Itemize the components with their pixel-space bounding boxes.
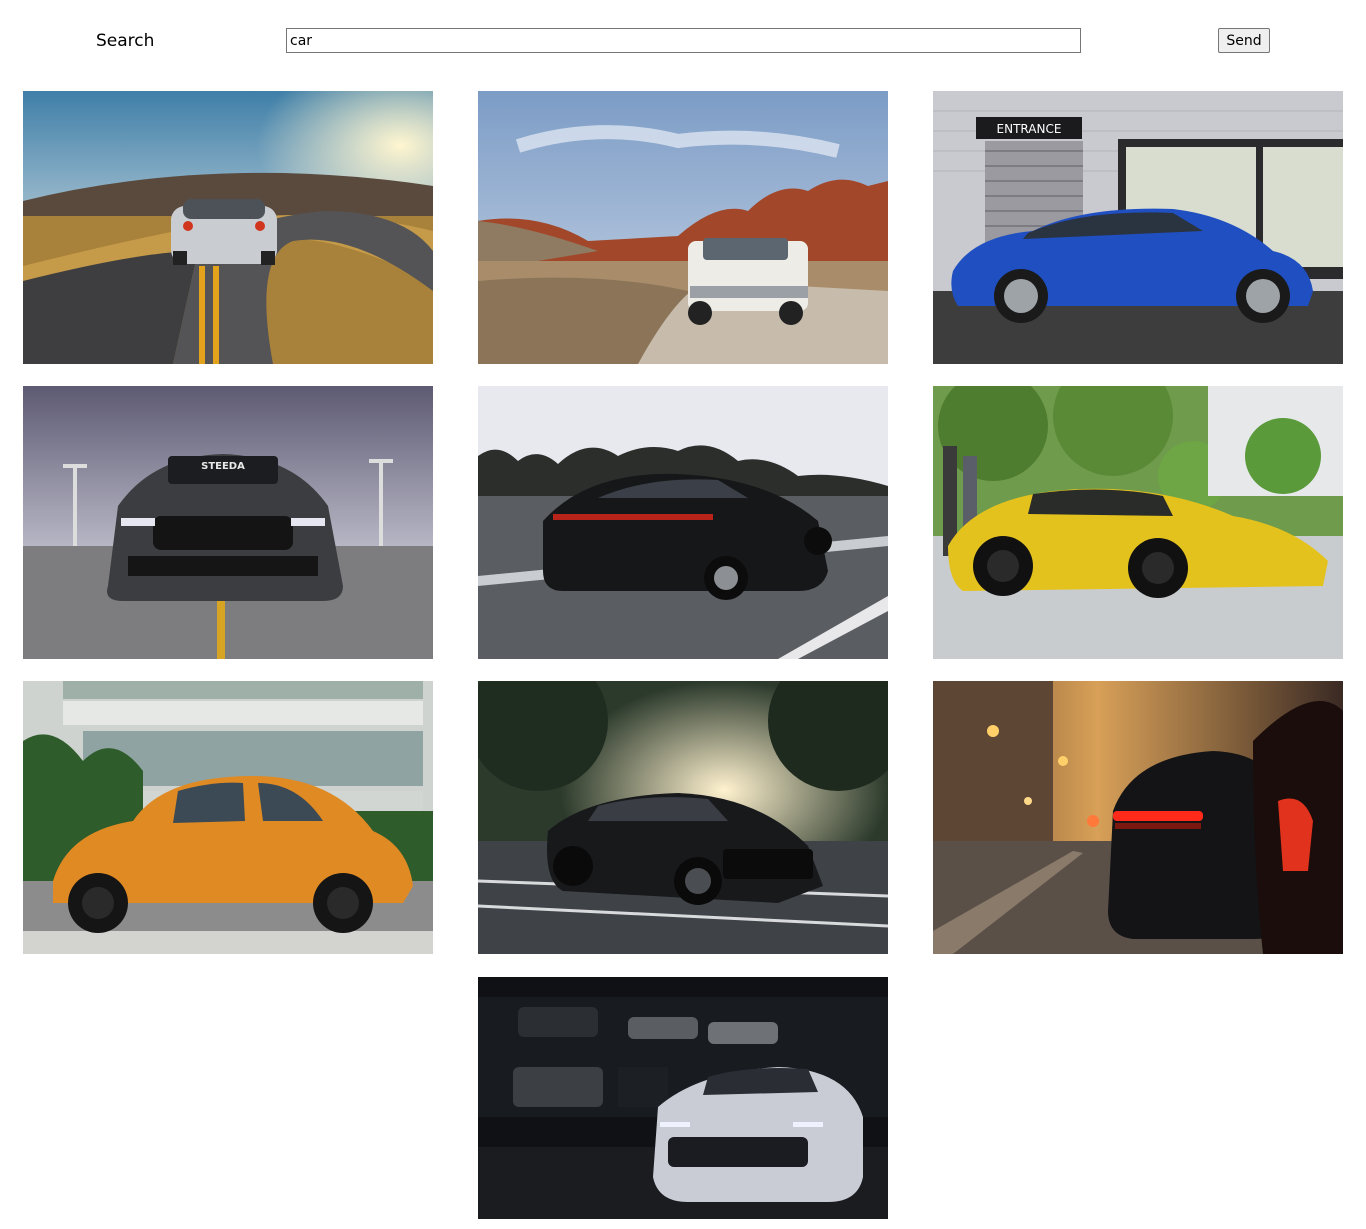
image-tile-car-rear-lights-city[interactable]	[933, 681, 1343, 954]
image-tile-white-car-garage[interactable]	[478, 977, 888, 1219]
car-image	[478, 91, 888, 364]
image-tile-blue-coupe[interactable]: ENTRANCE	[933, 91, 1343, 364]
car-image	[23, 681, 433, 954]
image-tile-grey-muscle-car[interactable]: STEEDA	[23, 386, 433, 659]
entrance-sign: ENTRANCE	[997, 122, 1062, 136]
car-image	[478, 977, 888, 1219]
image-tile-silver-car-road[interactable]	[23, 91, 433, 364]
windshield-banner: STEEDA	[201, 461, 245, 472]
image-tile-white-suv-desert[interactable]	[478, 91, 888, 364]
image-tile-yellow-supercar[interactable]	[933, 386, 1343, 659]
image-tile-orange-beetle[interactable]	[23, 681, 433, 954]
car-image	[478, 681, 888, 954]
search-label: Search	[96, 31, 155, 51]
car-image	[933, 681, 1343, 954]
image-tile-black-muscle-car[interactable]	[478, 681, 888, 954]
car-image	[23, 91, 433, 364]
car-image: ENTRANCE	[933, 91, 1343, 364]
search-input[interactable]	[286, 28, 1081, 53]
image-tile-black-sedan-highway[interactable]	[478, 386, 888, 659]
car-image	[478, 386, 888, 659]
car-image: STEEDA	[23, 386, 433, 659]
car-image	[933, 386, 1343, 659]
send-button[interactable]: Send	[1218, 28, 1270, 53]
